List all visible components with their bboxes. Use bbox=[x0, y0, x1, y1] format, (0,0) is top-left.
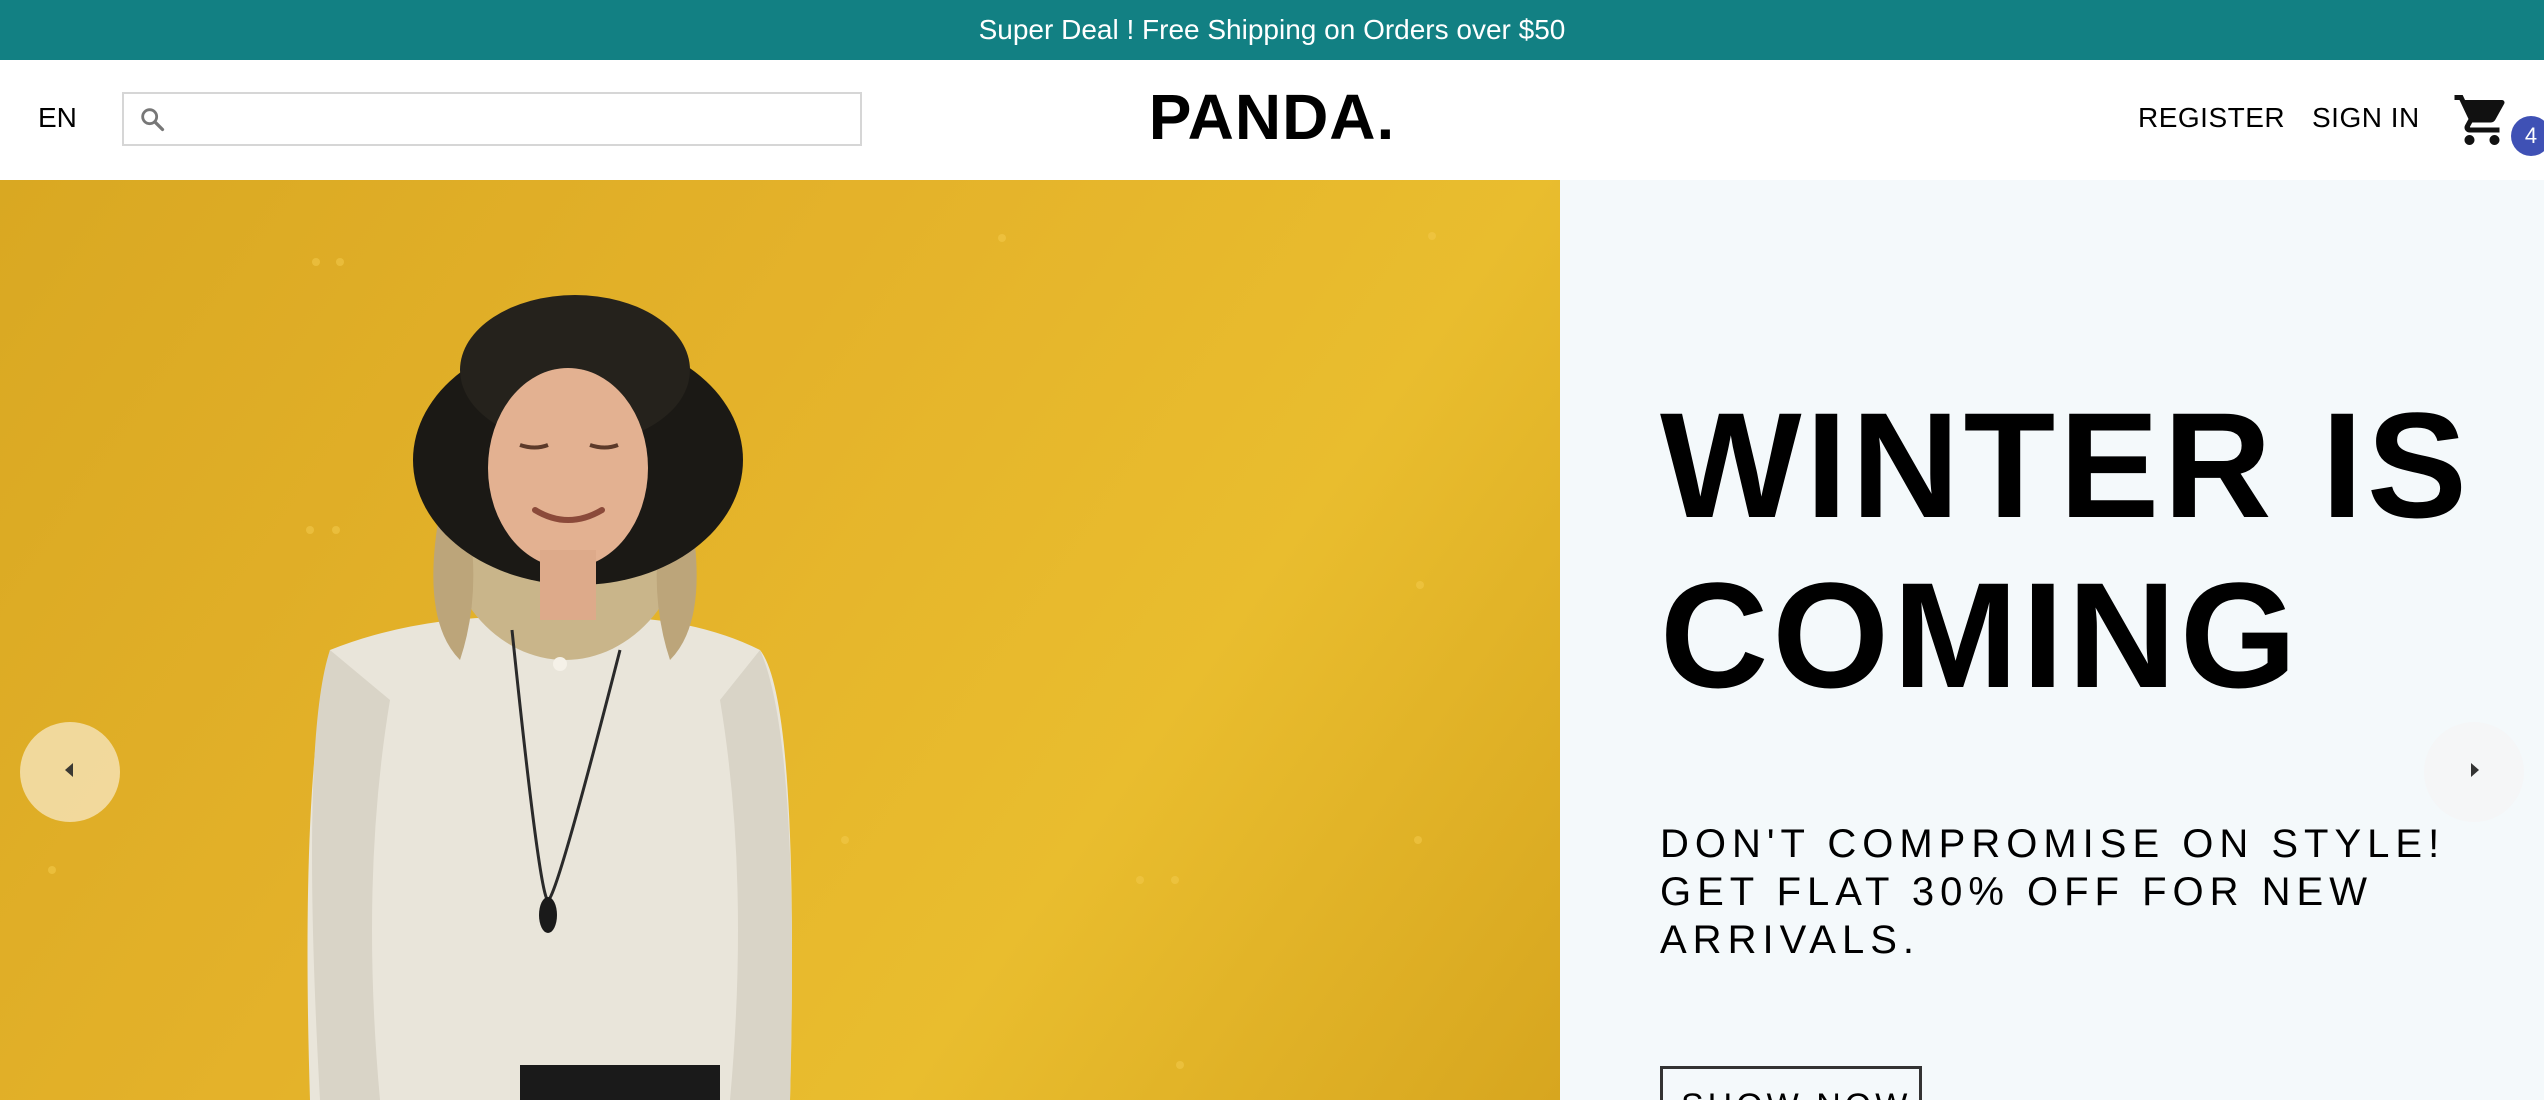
shop-now-button[interactable]: SHOW NOW bbox=[1660, 1066, 1922, 1100]
arrow-right-icon bbox=[2462, 758, 2486, 787]
arrow-left-icon bbox=[58, 758, 82, 787]
woman-in-black-hat-illustration bbox=[48, 232, 1436, 1100]
cart-count-badge: 4 bbox=[2511, 116, 2544, 156]
signin-link[interactable]: SIGN IN bbox=[2312, 102, 2420, 134]
hero-description: DON'T COMPROMISE ON STYLE! GET FLAT 30% … bbox=[1660, 822, 2446, 962]
slider-next-button[interactable] bbox=[2424, 722, 2524, 822]
search-input[interactable] bbox=[172, 94, 860, 144]
language-selector[interactable]: EN bbox=[38, 102, 77, 134]
slider-prev-button[interactable] bbox=[20, 722, 120, 822]
site-logo[interactable]: PANDA. bbox=[1149, 81, 1396, 153]
register-link[interactable]: REGISTER bbox=[2138, 102, 2285, 134]
search-icon[interactable] bbox=[132, 94, 172, 144]
search-container bbox=[122, 92, 862, 146]
hero-slider: WINTER IS COMING DON'T COMPROMISE ON STY… bbox=[0, 180, 2544, 1100]
announcement-bar: Super Deal ! Free Shipping on Orders ove… bbox=[0, 0, 2544, 60]
hero-info-panel: WINTER IS COMING DON'T COMPROMISE ON STY… bbox=[1560, 180, 2544, 1100]
announcement-text: Super Deal ! Free Shipping on Orders ove… bbox=[978, 14, 1566, 45]
hero-image bbox=[0, 180, 1560, 1100]
hero-title: WINTER IS COMING bbox=[1660, 381, 2471, 719]
navbar: EN PANDA. REGISTER SIGN IN 4 bbox=[0, 60, 2544, 180]
shopping-cart-icon[interactable] bbox=[2452, 90, 2512, 150]
